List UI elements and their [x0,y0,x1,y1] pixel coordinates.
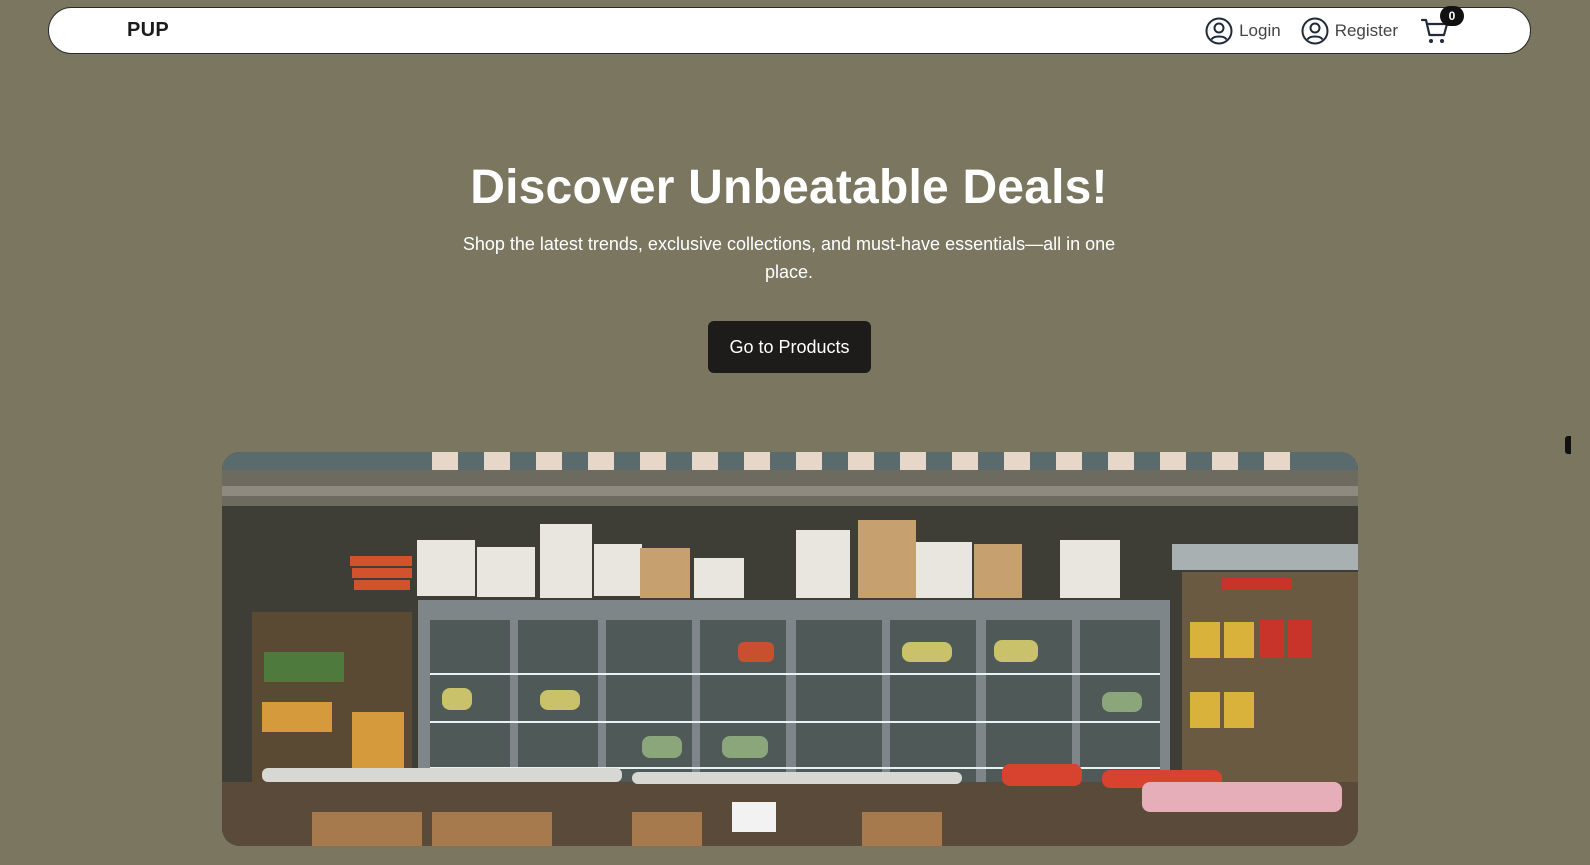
cart-count-badge: 0 [1440,5,1464,26]
go-to-products-button[interactable]: Go to Products [708,321,871,373]
register-label: Register [1334,20,1398,40]
login-label: Login [1239,20,1281,40]
page-edge-marker [1565,436,1571,454]
nav-actions: Login Register 0 [1205,5,1464,46]
shopping-cart-icon [1420,18,1450,50]
cart-button[interactable]: 0 [1420,5,1464,46]
hero-image [222,452,1358,846]
login-link[interactable]: Login [1205,17,1281,45]
user-circle-icon [1301,17,1329,45]
hero-subtitle: Shop the latest trends, exclusive collec… [462,234,1116,282]
user-circle-icon [1205,17,1233,45]
register-link[interactable]: Register [1301,17,1398,45]
navbar: PUP Login Register 0 [48,5,1531,54]
hero-section: Discover Unbeatable Deals! Shop the late… [0,160,1578,286]
hero-title: Discover Unbeatable Deals! [470,161,1108,214]
brand-logo[interactable]: PUP [127,19,169,42]
